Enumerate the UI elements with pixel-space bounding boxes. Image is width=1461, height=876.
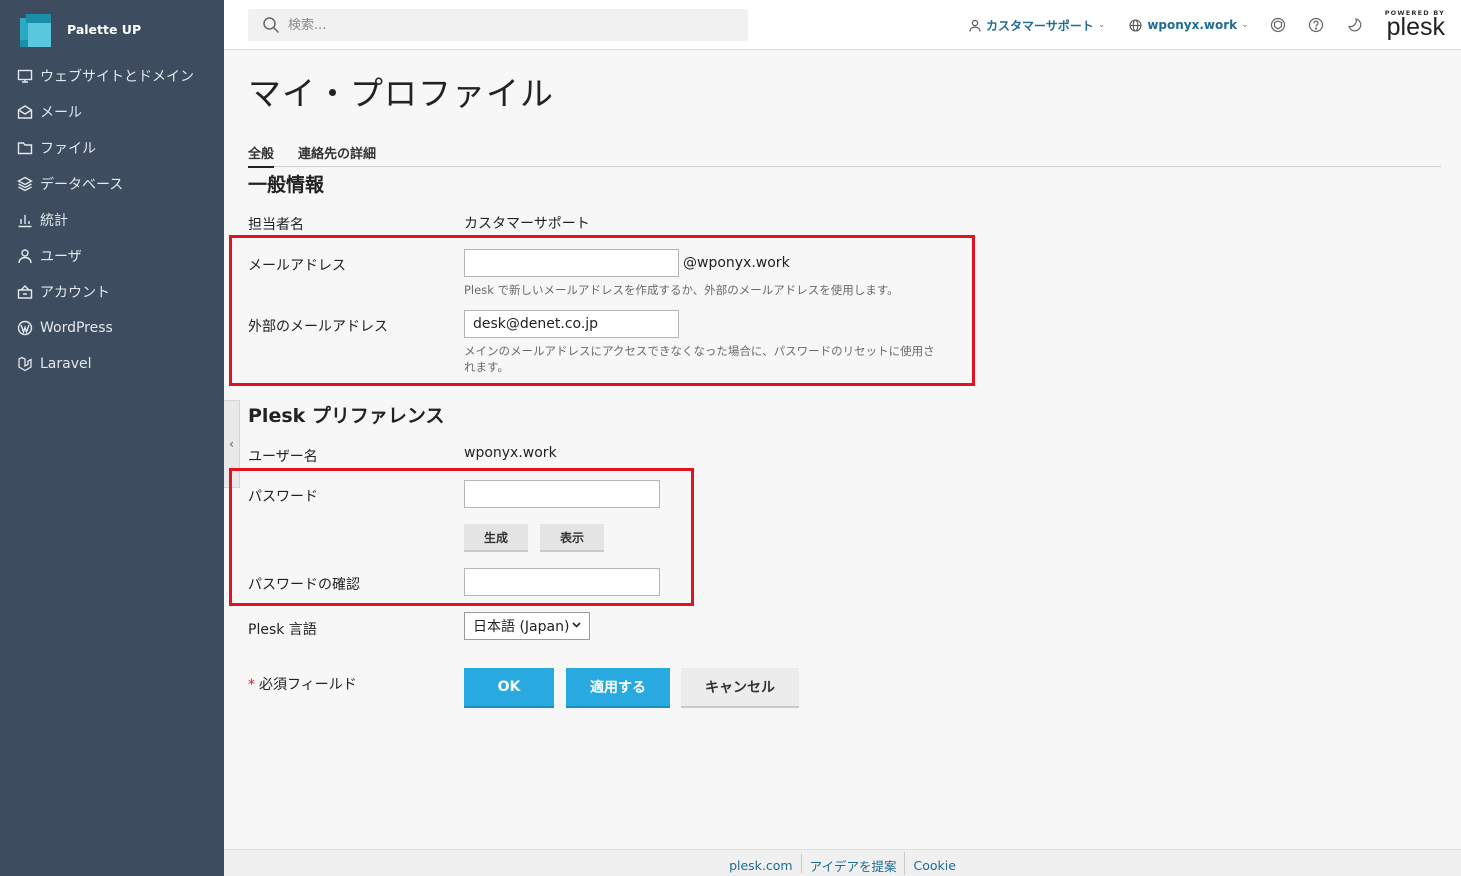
sidebar-item-websites[interactable]: ウェブサイトとドメイン <box>0 58 224 94</box>
cancel-button[interactable]: キャンセル <box>681 668 799 708</box>
topbar-right: カスタマーサポート ⌄ wponyx.work ⌄ POWERED BY ple… <box>945 0 1445 50</box>
chevron-down-icon <box>572 622 581 628</box>
sidebar: Palette UP ウェブサイトとドメイン メール ファイル データベース 統… <box>0 0 224 876</box>
account-icon <box>16 283 34 301</box>
topbar: カスタマーサポート ⌄ wponyx.work ⌄ POWERED BY ple… <box>224 0 1461 50</box>
sidebar-item-statistics[interactable]: 統計 <box>0 202 224 238</box>
show-password-button[interactable]: 表示 <box>540 524 604 552</box>
sidebar-item-files[interactable]: ファイル <box>0 130 224 166</box>
brand[interactable]: Palette UP <box>0 0 224 58</box>
generate-password-button[interactable]: 生成 <box>464 524 528 552</box>
search-icon <box>263 17 280 34</box>
sidebar-item-wordpress[interactable]: WordPress <box>0 310 224 346</box>
external-email-hint: メインのメールアドレスにアクセスできなくなった場合に、パスワードのリセットに使用… <box>464 343 964 375</box>
domain-menu-label: wponyx.work <box>1147 18 1238 32</box>
language-select[interactable]: 日本語 (Japan) <box>464 612 590 640</box>
sidebar-item-laravel[interactable]: Laravel <box>0 346 224 382</box>
sidebar-item-account[interactable]: アカウント <box>0 274 224 310</box>
language-select-value: 日本語 (Japan) <box>473 619 570 635</box>
required-fields-note: * 必須フィールド <box>248 674 357 694</box>
contact-name-label: 担当者名 <box>248 217 304 233</box>
sidebar-item-label: ファイル <box>40 141 96 157</box>
globe-icon <box>1129 18 1142 32</box>
contact-name-value: カスタマーサポート <box>464 216 590 232</box>
sidebar-nav: ウェブサイトとドメイン メール ファイル データベース 統計 ユーザ アカウント <box>0 58 224 382</box>
tab-general[interactable]: 全般 <box>248 137 275 168</box>
password-input[interactable] <box>464 480 660 508</box>
chevron-down-icon: ⌄ <box>1097 20 1106 30</box>
external-email-hint-line-2: れます。 <box>464 360 509 374</box>
plesk-prefs-section-title: Plesk プリファレンス <box>248 405 445 427</box>
sidebar-item-mail[interactable]: メール <box>0 94 224 130</box>
sidebar-item-label: 統計 <box>40 213 68 229</box>
chevron-down-icon: ⌄ <box>1241 20 1249 30</box>
sidebar-item-databases[interactable]: データベース <box>0 166 224 202</box>
user-menu-label: カスタマーサポート <box>986 18 1094 33</box>
sidebar-item-label: ウェブサイトとドメイン <box>40 69 194 85</box>
external-email-label: 外部のメールアドレス <box>248 319 388 335</box>
required-text: 必須フィールド <box>259 677 357 693</box>
email-label: メールアドレス <box>248 258 346 274</box>
ok-button[interactable]: OK <box>464 668 554 708</box>
page-title: マイ・プロファイル <box>248 74 554 113</box>
external-email-hint-line-1: メインのメールアドレスにアクセスできなくなった場合に、パスワードのリセットに使用… <box>464 344 935 358</box>
domain-menu[interactable]: wponyx.work ⌄ <box>1129 18 1249 32</box>
tab-contact-details[interactable]: 連絡先の詳細 <box>298 137 376 167</box>
footer-link-suggest-idea[interactable]: アイデアを提案 <box>802 851 906 875</box>
plesk-wordmark: plesk <box>1386 12 1445 41</box>
password-label: パスワード <box>248 489 318 505</box>
user-icon <box>969 19 981 32</box>
chevron-left-icon: ‹ <box>229 437 234 451</box>
general-section-title: 一般情報 <box>248 174 325 196</box>
sidebar-item-users[interactable]: ユーザ <box>0 238 224 274</box>
tab-bar: 全般 連絡先の詳細 <box>248 137 1441 168</box>
brand-name: Palette UP <box>67 21 142 37</box>
footer-link-cookie[interactable]: Cookie <box>905 854 963 873</box>
email-input[interactable] <box>464 249 679 277</box>
email-domain-suffix: @wponyx.work <box>683 255 790 271</box>
laravel-icon <box>16 355 34 373</box>
folder-icon <box>16 139 34 157</box>
language-label: Plesk 言語 <box>248 622 317 638</box>
sidebar-item-label: WordPress <box>40 320 113 336</box>
brand-logo-icon <box>17 9 57 49</box>
email-hint: Plesk で新しいメールアドレスを作成するか、外部のメールアドレスを使用します… <box>464 283 899 297</box>
sidebar-item-label: データベース <box>40 177 124 193</box>
help-icon[interactable] <box>1307 16 1325 34</box>
required-star: * <box>248 677 255 693</box>
extensions-icon[interactable] <box>1269 16 1287 34</box>
footer: plesk.com アイデアを提案 Cookie <box>224 849 1461 876</box>
sidebar-item-label: メール <box>40 105 82 121</box>
sidebar-item-label: Laravel <box>40 356 92 372</box>
username-value: wponyx.work <box>464 445 557 461</box>
dark-mode-icon[interactable] <box>1345 16 1363 34</box>
username-label: ユーザー名 <box>248 449 318 465</box>
footer-link-plesk[interactable]: plesk.com <box>721 853 802 873</box>
search-box[interactable] <box>248 9 748 41</box>
external-email-input[interactable] <box>464 310 679 338</box>
search-input[interactable] <box>288 17 718 33</box>
password-confirm-input[interactable] <box>464 568 660 596</box>
mail-icon <box>16 103 34 121</box>
main-content: マイ・プロファイル 全般 連絡先の詳細 <box>248 50 1441 168</box>
database-icon <box>16 175 34 193</box>
wordpress-icon <box>16 319 34 337</box>
user-icon <box>16 247 34 265</box>
monitor-icon <box>16 67 34 85</box>
sidebar-item-label: ユーザ <box>40 249 82 265</box>
stats-icon <box>16 211 34 229</box>
sidebar-item-label: アカウント <box>40 285 110 301</box>
apply-button[interactable]: 適用する <box>566 668 670 708</box>
plesk-logo: POWERED BY plesk <box>1385 10 1445 40</box>
password-confirm-label: パスワードの確認 <box>248 577 360 593</box>
user-menu[interactable]: カスタマーサポート ⌄ <box>969 17 1105 34</box>
